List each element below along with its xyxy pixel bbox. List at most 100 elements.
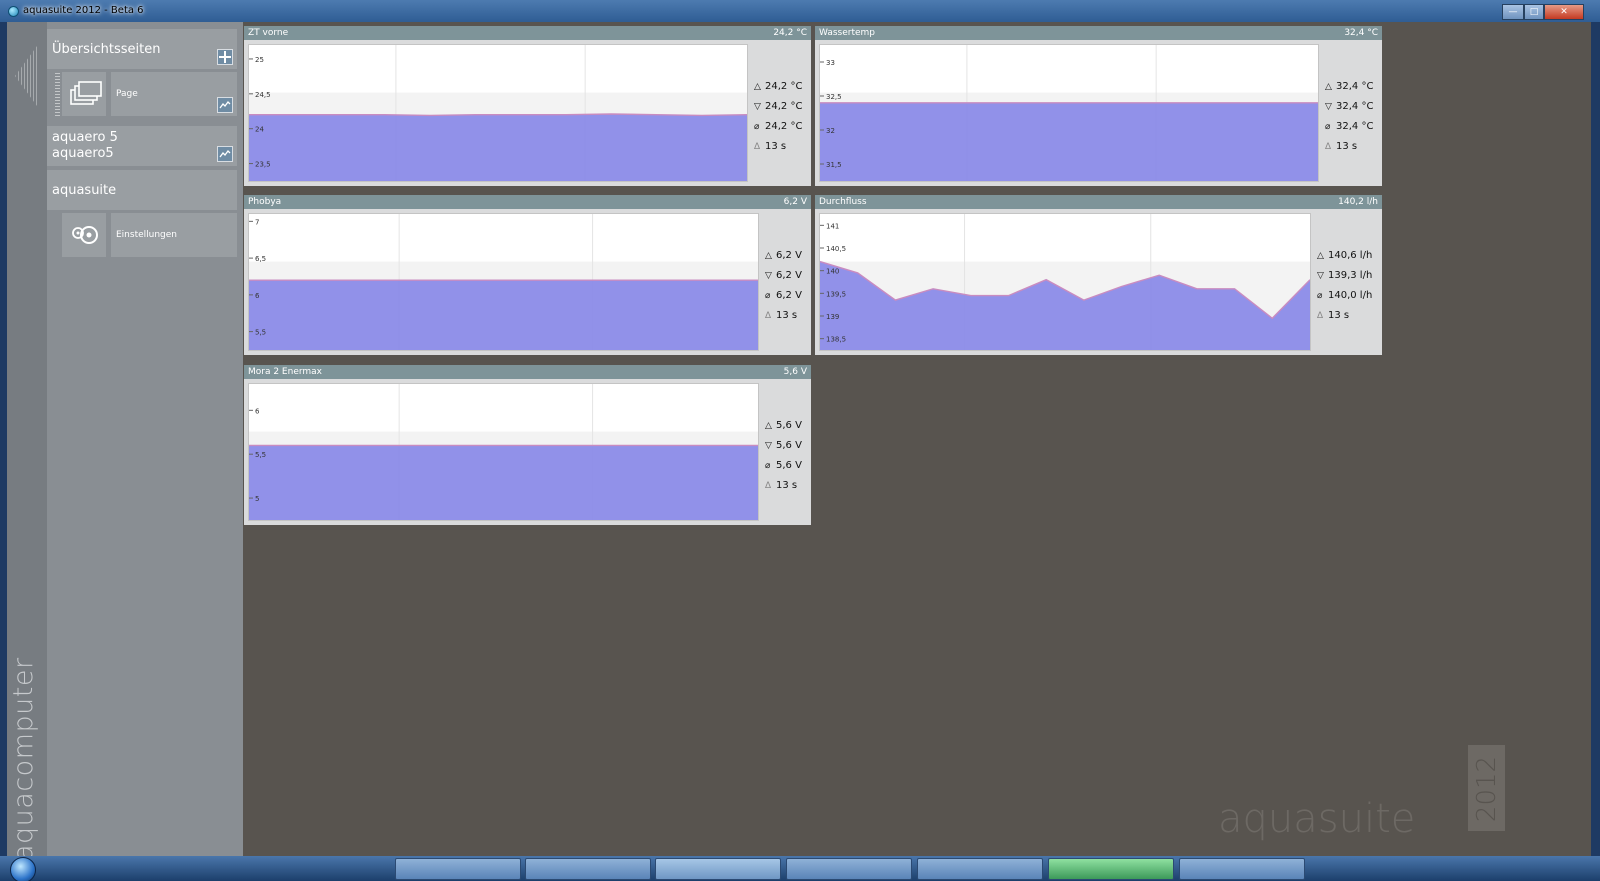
max-icon: △ [1317,251,1324,261]
max-icon: △ [1325,82,1332,92]
panel-current-value: 140,2 l/h [1338,197,1378,207]
panel-header: ZT vorne 24,2 °C [244,26,811,40]
watermark-year: 2012 [1472,755,1502,823]
min-icon: ▽ [765,271,772,281]
stat-interval: ∆ 13 s [765,480,798,491]
y-tick-label: 141 [826,222,839,230]
chart-svg: 65,55 [249,384,758,520]
chart-icon[interactable] [217,146,233,162]
stat-avg: ⌀ 5,6 V [765,460,802,471]
sensor-panel-durchfluss[interactable]: Durchfluss 140,2 l/h 141 140,5 140 139,5 139… [815,195,1382,355]
y-tick-label: 6 [255,407,260,415]
max-icon: △ [754,82,761,92]
interval-icon: ∆ [765,311,772,321]
y-tick-label: 23,5 [255,161,271,169]
stat-interval: ∆ 13 s [754,141,787,152]
start-button-icon[interactable] [10,857,36,881]
min-icon: ▽ [1317,271,1324,281]
stat-avg: ⌀ 24,2 °C [754,121,803,132]
taskbar-button[interactable] [525,858,651,880]
stat-max: △ 24,2 °C [754,81,803,92]
sensor-panel-phobya[interactable]: Phobya 6,2 V 7 6,5 6 5,5 △ 6,2 V ▽ 6,2 V ⌀ 6,2… [244,195,811,355]
title-bar: aquasuite 2012 - Beta 6 — □ ✕ [0,0,1600,22]
collapse-sidebar-icon[interactable] [15,46,37,106]
maximize-button[interactable]: □ [1524,4,1544,20]
panel-current-value: 6,2 V [783,197,807,207]
y-tick-label: 32,5 [826,93,842,101]
chart-area [820,102,1318,181]
y-tick-label: 32 [826,127,835,135]
sensor-panel-wassertemp[interactable]: Wassertemp 32,4 °C 33 32,5 32 31,5 △ 32,4 °C… [815,26,1382,186]
brand-logo-text: aquacomputer [8,657,39,861]
y-tick-label: 6,5 [255,255,266,263]
interval-icon: ∆ [765,481,772,491]
panel-current-value: 24,2 °C [773,28,807,38]
interval-icon: ∆ [1325,142,1332,152]
nav-item-settings[interactable]: Einstellungen [111,213,237,257]
stat-interval: ∆ 13 s [1325,141,1358,152]
app-client-area: aquacomputer Übersichtsseiten Page aquae… [7,22,1591,861]
brand-strip: aquacomputer [7,22,47,861]
os-taskbar [0,856,1600,881]
panel-title: Phobya [248,197,282,207]
pages-icon[interactable] [62,72,106,116]
max-icon: △ [765,251,772,261]
taskbar-button[interactable] [786,858,912,880]
sensor-panel-zt-vorne[interactable]: ZT vorne 24,2 °C 25 24,5 24 23,5 △ 24,2 °C ▽… [244,26,811,186]
stat-max: △ 32,4 °C [1325,81,1374,92]
nav-item-settings-label: Einstellungen [116,230,178,240]
grid-icon[interactable] [217,49,233,65]
panel-header: Phobya 6,2 V [244,195,811,209]
window-title: aquasuite 2012 - Beta 6 [23,5,144,16]
window-controls: — □ ✕ [1502,4,1584,20]
y-tick-label: 139 [826,313,839,321]
y-tick-label: 5 [255,495,259,503]
sensor-chart: 33 32,5 32 31,5 [819,44,1319,182]
stat-max: △ 6,2 V [765,250,802,261]
stat-avg: ⌀ 32,4 °C [1325,121,1374,132]
sensor-chart: 25 24,5 24 23,5 [248,44,748,182]
chart-svg: 141 140,5 140 139,5 139 138,5 [820,214,1310,350]
y-tick-label: 5,5 [255,451,266,459]
min-icon: ▽ [1325,102,1332,112]
y-tick-label: 138,5 [826,336,846,344]
y-tick-label: 5,5 [255,329,266,337]
stat-max: △ 5,6 V [765,420,802,431]
drag-handle[interactable] [55,72,60,116]
average-icon: ⌀ [765,461,771,471]
sensor-chart: 7 6,5 6 5,5 [248,213,759,351]
taskbar-button[interactable] [1179,858,1305,880]
panel-title: ZT vorne [248,28,289,38]
taskbar-button[interactable] [655,858,781,880]
nav-section-overview[interactable]: Übersichtsseiten [47,29,237,69]
chart-svg: 25 24,5 24 23,5 [249,45,747,181]
nav-section-aquasuite[interactable]: aquasuite [47,170,237,210]
close-button[interactable]: ✕ [1544,4,1584,20]
taskbar-button[interactable] [917,858,1043,880]
watermark-year-badge: 2012 [1468,745,1505,831]
panel-title: Wassertemp [819,28,875,38]
panel-current-value: 32,4 °C [1344,28,1378,38]
stat-avg: ⌀ 140,0 l/h [1317,290,1373,301]
interval-icon: ∆ [1317,311,1324,321]
taskbar-button[interactable] [1048,858,1174,880]
stat-min: ▽ 32,4 °C [1325,101,1374,112]
nav-item-page[interactable]: Page [111,72,237,116]
average-icon: ⌀ [1317,291,1323,301]
y-tick-label: 7 [255,218,259,226]
nav-section-aquaero[interactable]: aquaero 5 aquaero5 [47,126,237,166]
app-icon [8,6,19,17]
settings-icon[interactable] [62,213,106,257]
y-tick-label: 139,5 [826,290,846,298]
minimize-button[interactable]: — [1502,4,1524,20]
taskbar-button[interactable] [395,858,521,880]
sensor-chart: 6 5,5 5 [248,383,759,521]
sensor-panel-mora-2-enermax[interactable]: Mora 2 Enermax 5,6 V 6 5,5 5 △ 5,6 V ▽ 5,6 V… [244,365,811,525]
interval-icon: ∆ [754,142,761,152]
y-tick-label: 33 [826,59,835,67]
chart-area [249,114,747,181]
y-tick-label: 24 [255,126,264,134]
chart-icon[interactable] [217,97,233,113]
panel-header: Mora 2 Enermax 5,6 V [244,365,811,379]
stat-min: ▽ 24,2 °C [754,101,803,112]
